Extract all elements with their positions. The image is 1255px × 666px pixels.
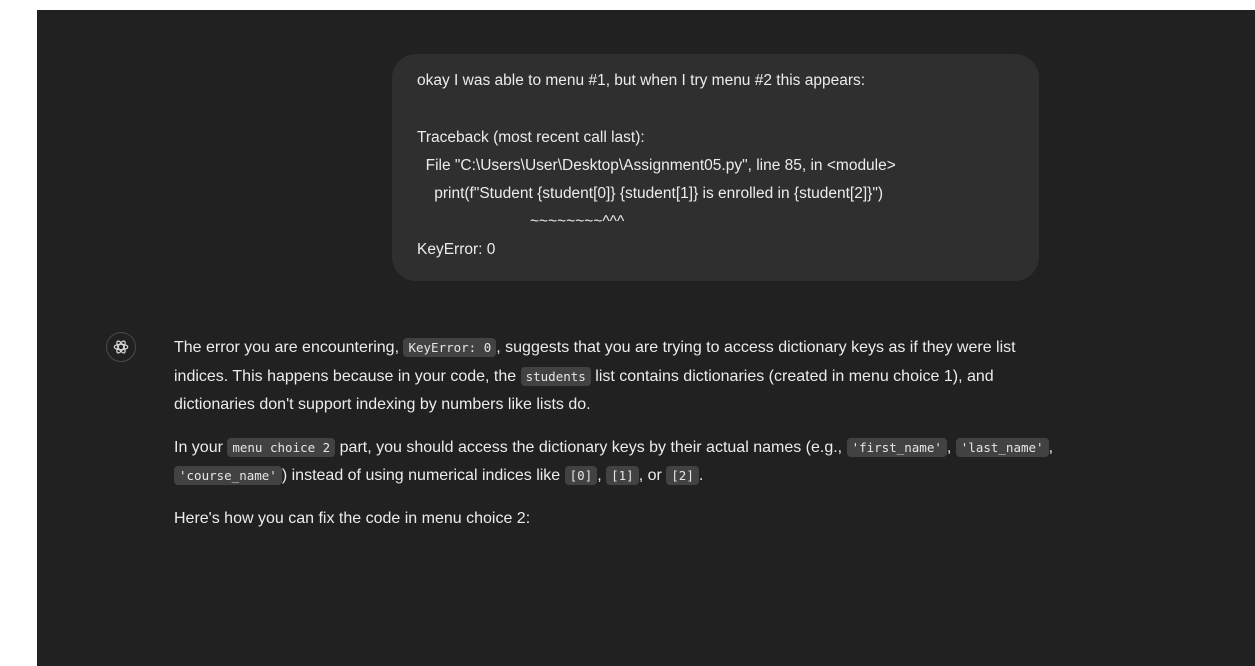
message-text: ,: [1048, 438, 1054, 456]
traceback-file-line: File "C:\Users\User\Desktop\Assignment05…: [417, 157, 896, 174]
traceback-header-line: Traceback (most recent call last):: [417, 129, 645, 146]
chat-panel: okay I was able to menu #1, but when I t…: [37, 10, 1255, 666]
assistant-paragraph: In your menu choice 2 part, you should a…: [174, 434, 1054, 491]
user-message-line: okay I was able to menu #1, but when I t…: [417, 72, 866, 89]
message-text: ) instead of using numerical indices lik…: [281, 467, 565, 484]
message-text: part, you should access the dictionary k…: [335, 438, 847, 456]
inline-code: students: [520, 366, 591, 386]
inline-code: 'course_name': [174, 466, 282, 485]
inline-code: menu choice 2: [227, 437, 336, 457]
inline-code: [1]: [606, 466, 639, 485]
traceback-error-line: KeyError: 0: [417, 241, 496, 258]
inline-code: 'first_name': [846, 437, 947, 457]
message-text: .: [698, 467, 704, 484]
traceback-code-line: print(f"Student {student[0]} {student[1]…: [417, 185, 883, 202]
user-message-bubble: okay I was able to menu #1, but when I t…: [392, 54, 1039, 281]
message-text: ,: [597, 467, 607, 484]
inline-code: [2]: [666, 466, 699, 485]
message-text: , or: [638, 467, 667, 484]
message-text: Here's how you can fix the code in menu …: [174, 509, 531, 527]
message-text: The error you are encountering,: [174, 339, 404, 356]
inline-code: 'last_name': [955, 437, 1049, 457]
message-text: ,: [946, 438, 956, 456]
inline-code: KeyError: 0: [403, 338, 497, 357]
inline-code: [0]: [564, 466, 598, 485]
assistant-message: The error you are encountering, KeyError…: [174, 334, 1054, 547]
assistant-paragraph: Here's how you can fix the code in menu …: [174, 505, 1054, 534]
traceback-marker-line: ~~~~~~~~^^^: [530, 213, 625, 230]
message-text: In your: [174, 438, 228, 456]
assistant-paragraph: The error you are encountering, KeyError…: [174, 334, 1054, 420]
openai-logo-icon: [106, 332, 136, 362]
